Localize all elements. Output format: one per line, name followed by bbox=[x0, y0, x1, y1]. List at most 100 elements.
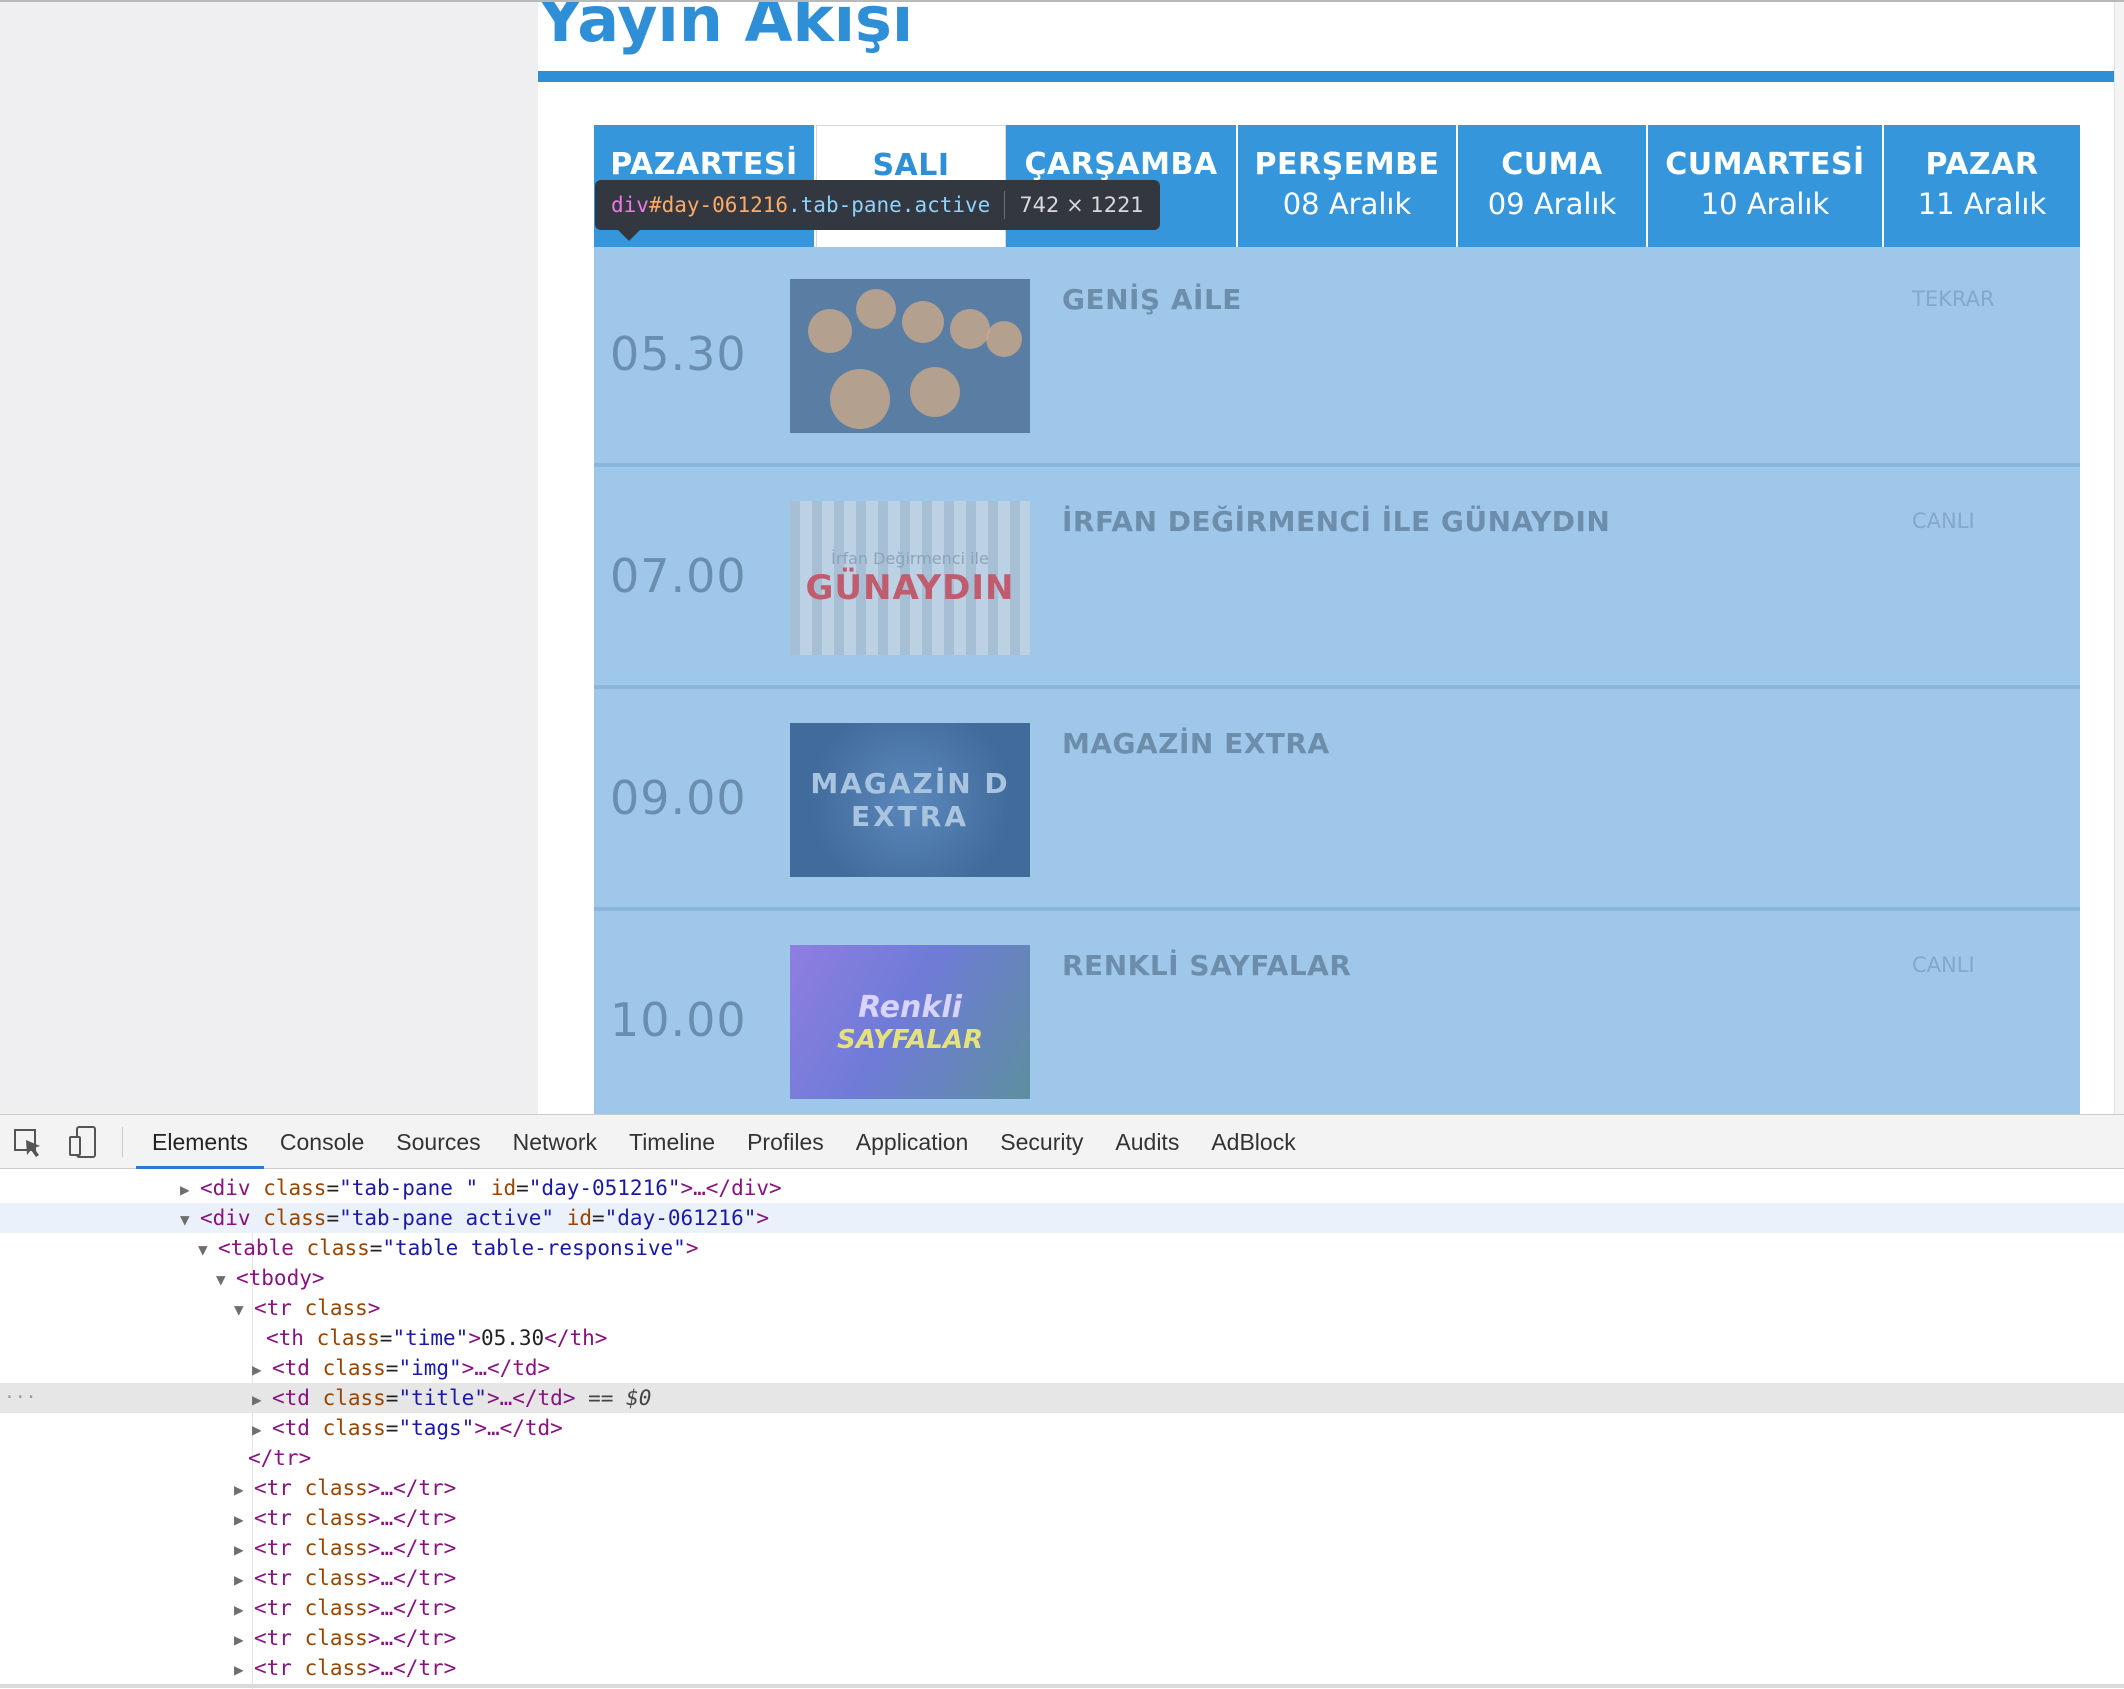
dom-attr-value: "time" bbox=[392, 1326, 469, 1350]
dom-node-line[interactable]: ▶ <tr class>…</tr> bbox=[0, 1533, 2124, 1563]
show-title[interactable]: GENİŞ AİLE bbox=[1062, 283, 1242, 316]
dom-attr-equals: = bbox=[326, 1206, 340, 1230]
expand-arrow-closed-icon[interactable]: ▶ bbox=[180, 1175, 200, 1205]
page-scrollbar[interactable] bbox=[2114, 2, 2124, 1114]
expand-arrow-closed-icon[interactable]: ▶ bbox=[252, 1385, 272, 1415]
dom-attr-equals: = bbox=[369, 1236, 383, 1260]
dom-attr-value: "tab-pane " bbox=[339, 1176, 479, 1200]
expand-arrow-closed-icon[interactable]: ▶ bbox=[234, 1625, 254, 1655]
expand-arrow-closed-icon[interactable]: ▶ bbox=[234, 1565, 254, 1595]
devtools-tab-timeline[interactable]: Timeline bbox=[613, 1115, 731, 1169]
dom-node-line[interactable]: ▶ <tr class>…</tr> bbox=[0, 1473, 2124, 1503]
dom-space bbox=[554, 1206, 567, 1230]
schedule-row[interactable]: 07.00 İrfan Değirmenci ile GÜNAYDIN İRFAN D… bbox=[594, 469, 2080, 689]
dom-node-line[interactable]: ▶ <tr class>…</tr> bbox=[0, 1503, 2124, 1533]
day-tab[interactable]: PERŞEMBE 08 Aralık bbox=[1238, 125, 1458, 247]
dom-node-line[interactable]: ▶ <tr class>…</tr> bbox=[0, 1653, 2124, 1683]
dom-attr-equals: = bbox=[516, 1176, 529, 1200]
dom-attr-name: id bbox=[490, 1176, 517, 1200]
dom-node-line[interactable]: ▶ <tr class>…</tr> bbox=[0, 1623, 2124, 1653]
day-tab-label: PAZAR bbox=[1925, 147, 2039, 182]
schedule-row[interactable]: 10.00 Renkli SAYFALAR RENKLİ SAYFALAR CANLI bbox=[594, 913, 2080, 1114]
tooltip-tag: div bbox=[611, 193, 649, 217]
devtools-tab-profiles[interactable]: Profiles bbox=[731, 1115, 840, 1169]
day-tab-label: CUMA bbox=[1501, 147, 1603, 182]
expand-arrow-closed-icon[interactable]: ▶ bbox=[252, 1355, 272, 1385]
schedule-row[interactable]: 09.00 MAGAZİN D EXTRA MAGAZİN EXTRA bbox=[594, 691, 2080, 911]
inspect-element-icon[interactable] bbox=[12, 1127, 44, 1159]
expand-arrow-closed-icon[interactable]: ▶ bbox=[234, 1655, 254, 1685]
dom-attr-name: class bbox=[304, 1596, 368, 1620]
dom-node-line[interactable]: ▶ <td class="img">…</td> bbox=[0, 1353, 2124, 1383]
devtools-tab-audits[interactable]: Audits bbox=[1099, 1115, 1195, 1169]
dom-node-line[interactable]: </tr> bbox=[0, 1443, 2124, 1473]
dom-node-line[interactable]: ▶ <tr class>…</tr> bbox=[0, 1563, 2124, 1593]
dom-node-line[interactable]: ▶ <div class="tab-pane " id="day-051216">… bbox=[0, 1173, 2124, 1203]
show-title[interactable]: MAGAZİN EXTRA bbox=[1062, 727, 1330, 760]
show-thumbnail[interactable] bbox=[790, 279, 1030, 433]
dom-attr-name: class bbox=[316, 1326, 380, 1350]
dom-attr-name: class bbox=[322, 1356, 386, 1380]
devtools-tab-security[interactable]: Security bbox=[984, 1115, 1099, 1169]
dom-node-line[interactable]: ▶ <td class="tags">…</td> bbox=[0, 1413, 2124, 1443]
devtools-tab-application[interactable]: Application bbox=[840, 1115, 985, 1169]
show-title[interactable]: RENKLİ SAYFALAR bbox=[1062, 949, 1351, 982]
expand-arrow-open-icon[interactable]: ▼ bbox=[216, 1265, 236, 1295]
expand-arrow-open-icon[interactable]: ▼ bbox=[198, 1235, 218, 1265]
selected-node-marker: == $0 bbox=[588, 1386, 652, 1410]
dom-space bbox=[575, 1386, 588, 1410]
dom-node-line[interactable]: ▶ <tr class>…</tr> bbox=[0, 1593, 2124, 1623]
dom-tag-open: <tr bbox=[254, 1536, 305, 1560]
dom-tag-open: </tr> bbox=[248, 1446, 312, 1470]
devtools-tab-elements[interactable]: Elements bbox=[136, 1115, 264, 1169]
devtools-toolbar: Elements Console Sources Network Timeline Pro… bbox=[0, 1115, 2124, 1169]
expand-arrow-open-icon[interactable]: ▼ bbox=[180, 1205, 200, 1235]
devtools-tabs: Elements Console Sources Network Timeline Pro… bbox=[136, 1115, 1312, 1169]
dom-attr-name: class bbox=[304, 1566, 368, 1590]
day-tab[interactable]: PAZAR 11 Aralık bbox=[1884, 125, 2080, 247]
dom-attr-name: class bbox=[304, 1296, 368, 1320]
expand-arrow-open-icon[interactable]: ▼ bbox=[234, 1295, 254, 1325]
dom-attr-value: "table table-responsive" bbox=[382, 1236, 686, 1260]
day-tab[interactable]: CUMA 09 Aralık bbox=[1458, 125, 1648, 247]
dom-node-line[interactable]: ▼ <div class="tab-pane active" id="day-06… bbox=[0, 1203, 2124, 1233]
devtools-tab-network[interactable]: Network bbox=[497, 1115, 613, 1169]
expand-arrow-closed-icon[interactable]: ▶ bbox=[252, 1415, 272, 1445]
dom-node-line[interactable]: ▶ <td class="title">…</td> == $0 ··· bbox=[0, 1383, 2124, 1413]
dom-attr-value: "img" bbox=[398, 1356, 462, 1380]
show-thumbnail[interactable]: MAGAZİN D EXTRA bbox=[790, 723, 1030, 877]
dom-node-line[interactable]: ▼ <table class="table table-responsive"> bbox=[0, 1233, 2124, 1263]
dom-attr-name: class bbox=[322, 1416, 386, 1440]
dom-attr-value: "day-061216" bbox=[604, 1206, 757, 1230]
dom-tag-open: <tr bbox=[254, 1596, 305, 1620]
dom-tag-tail: >…</td> bbox=[461, 1356, 551, 1380]
expand-arrow-closed-icon[interactable]: ▶ bbox=[234, 1535, 254, 1565]
dom-tag-open: <tr bbox=[254, 1656, 305, 1680]
dom-attr-name: class bbox=[263, 1176, 327, 1200]
dom-tag-tail: >…</tr> bbox=[367, 1476, 457, 1500]
devtools-tab-sources[interactable]: Sources bbox=[380, 1115, 496, 1169]
day-tab-label: ÇARŞAMBA bbox=[1024, 147, 1218, 182]
expand-arrow-closed-icon[interactable]: ▶ bbox=[234, 1505, 254, 1535]
expand-arrow-closed-icon[interactable]: ▶ bbox=[234, 1475, 254, 1505]
dom-tag-tail: > bbox=[756, 1206, 770, 1230]
toolbar-divider bbox=[122, 1127, 123, 1157]
more-options-icon[interactable]: ··· bbox=[4, 1383, 37, 1413]
schedule-row[interactable]: 05.30 GENİŞ AİLE TEKRAR bbox=[594, 247, 2080, 467]
expand-arrow-closed-icon[interactable]: ▶ bbox=[234, 1595, 254, 1625]
thumbnail-logo-text: Renkli bbox=[858, 989, 962, 1025]
show-thumbnail[interactable]: İrfan Değirmenci ile GÜNAYDIN bbox=[790, 501, 1030, 655]
dom-node-line[interactable]: ▼ <tbody> bbox=[0, 1263, 2124, 1293]
devtools-bottom-bar bbox=[0, 1684, 2124, 1688]
dom-attr-equals: = bbox=[326, 1176, 340, 1200]
show-title[interactable]: İRFAN DEĞİRMENCİ İLE GÜNAYDIN bbox=[1062, 505, 1610, 538]
dom-node-line[interactable]: ▼ <tr class> bbox=[0, 1293, 2124, 1323]
dom-node-line[interactable]: <th class="time">05.30</th> bbox=[0, 1323, 2124, 1353]
show-thumbnail[interactable]: Renkli SAYFALAR bbox=[790, 945, 1030, 1099]
devtools-tab-console[interactable]: Console bbox=[264, 1115, 380, 1169]
day-tab[interactable]: CUMARTESİ 10 Aralık bbox=[1648, 125, 1884, 247]
device-mode-icon[interactable] bbox=[68, 1125, 100, 1159]
tooltip-classes: .tab-pane.active bbox=[788, 193, 991, 217]
devtools-tab-adblock[interactable]: AdBlock bbox=[1195, 1115, 1311, 1169]
dom-tag-tail: >…</tr> bbox=[367, 1506, 457, 1530]
